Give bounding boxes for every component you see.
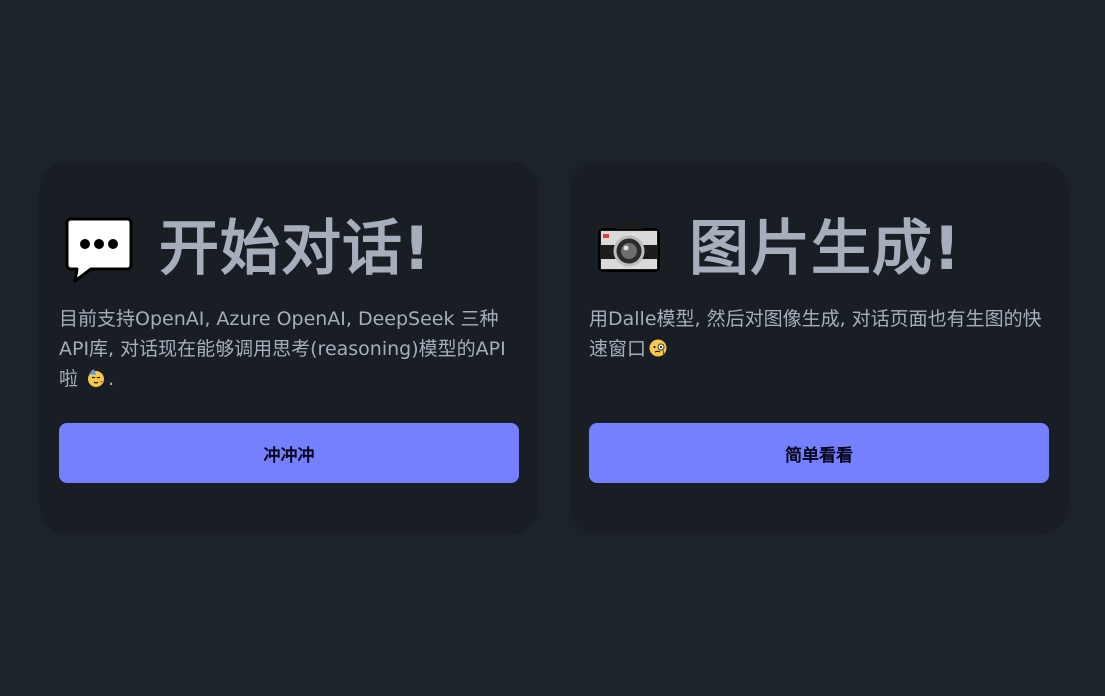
face-with-monocle-icon <box>649 339 667 357</box>
chat-card-description: 目前支持OpenAI, Azure OpenAI, DeepSeek 三种API… <box>59 304 519 394</box>
start-chat-button[interactable]: 冲冲冲 <box>59 423 519 483</box>
view-image-generation-button[interactable]: 简单看看 <box>589 423 1049 483</box>
image-card-header: 图片生成! <box>593 209 961 289</box>
chat-card-title: 开始对话! <box>159 214 432 284</box>
page: 开始对话! 目前支持OpenAI, Azure OpenAI, DeepSeek… <box>0 0 1105 696</box>
partying-face-icon <box>88 369 105 387</box>
speech-balloon-icon <box>65 217 133 283</box>
chat-card: 开始对话! 目前支持OpenAI, Azure OpenAI, DeepSeek… <box>39 161 539 535</box>
camera-icon <box>598 222 660 272</box>
image-card-title: 图片生成! <box>689 214 962 284</box>
image-card: 图片生成! 用Dalle模型, 然后对图像生成, 对话页面也有生图的快速窗口 简… <box>569 161 1069 535</box>
chat-card-description-text: 目前支持OpenAI, Azure OpenAI, DeepSeek 三种API… <box>59 308 506 390</box>
image-card-description: 用Dalle模型, 然后对图像生成, 对话页面也有生图的快速窗口 <box>589 304 1049 364</box>
chat-card-description-suffix: . <box>108 368 115 390</box>
chat-card-header: 开始对话! <box>63 209 431 289</box>
